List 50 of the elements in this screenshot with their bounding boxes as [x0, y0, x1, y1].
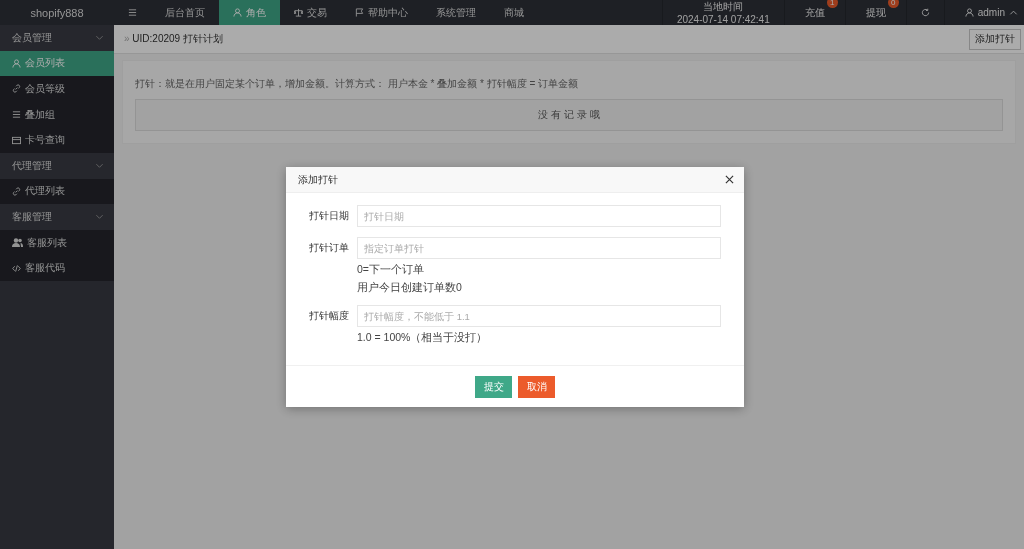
- sidebar-item[interactable]: 代理列表: [0, 178, 114, 205]
- breadcrumb: » UID:20209 打针计划: [124, 32, 223, 46]
- clock-label: 当地时间: [703, 0, 744, 14]
- sidebar-item[interactable]: 会员等级: [0, 76, 114, 102]
- refresh-icon: [920, 8, 930, 17]
- chevron-down-icon: [95, 33, 104, 43]
- chevron-up-icon: [1009, 8, 1018, 17]
- nav-tab[interactable]: 帮助中心: [341, 0, 422, 25]
- link-icon: [12, 84, 21, 94]
- nav-tab[interactable]: 后台首页: [151, 0, 219, 25]
- chevron-down-icon: [95, 161, 104, 171]
- cancel-button[interactable]: 取消: [518, 376, 555, 398]
- code-icon: [12, 263, 21, 273]
- add-button[interactable]: 添加打针: [969, 28, 1021, 50]
- sidebar-item[interactable]: 客服列表: [0, 229, 114, 256]
- sidebar-item[interactable]: 卡号查询: [0, 127, 114, 153]
- field-label: 打针订单: [308, 241, 349, 255]
- logo: shopify888: [29, 5, 85, 21]
- user-menu[interactable]: admin: [944, 0, 1024, 25]
- help-text: 1.0 = 100%（相当于没打）: [357, 331, 489, 345]
- dialog-title: 添加打针: [298, 172, 338, 187]
- list-icon: [12, 110, 21, 120]
- count-badge: 0: [887, 0, 899, 8]
- help-text: 用户今日创建订单数0: [357, 281, 463, 295]
- user-icon: [12, 58, 21, 68]
- hint-text: 打针：就是在用户固定某个订单，增加金额。计算方式： 用户本金 * 叠加金额 * 打针幅度 = 订单金额: [135, 77, 580, 91]
- input-field[interactable]: 打针幅度，不能低于 1.1: [357, 305, 721, 327]
- nav-tab[interactable]: 系统管理: [422, 0, 490, 25]
- help-text: 0=下一个订单: [357, 263, 425, 277]
- sidebar-item[interactable]: 客服代码: [0, 255, 114, 281]
- link-icon: [12, 186, 21, 196]
- nav-tab[interactable]: 商城: [490, 0, 538, 25]
- field-label: 打针幅度: [308, 309, 349, 323]
- flag-icon: [355, 8, 364, 17]
- input-field[interactable]: 指定订单打针: [357, 237, 721, 259]
- field-label: 打针日期: [308, 209, 349, 223]
- input-field[interactable]: 打针日期: [357, 205, 721, 227]
- menu-icon: [128, 8, 137, 17]
- count-badge: 1: [826, 0, 838, 8]
- chevron-down-icon: [95, 212, 104, 222]
- scale-icon: [294, 8, 303, 17]
- card-icon: [12, 135, 21, 145]
- close-icon[interactable]: [725, 175, 734, 184]
- nav-tab[interactable]: 交易: [280, 0, 341, 25]
- clock-value: 2024-07-14 07:42:41: [676, 14, 770, 25]
- empty-message: 没 有 记 录 哦: [538, 108, 600, 122]
- users-icon: [12, 238, 23, 248]
- user-icon: [233, 8, 242, 17]
- sidebar-item[interactable]: 叠加组: [0, 101, 114, 128]
- user-icon: [964, 8, 974, 17]
